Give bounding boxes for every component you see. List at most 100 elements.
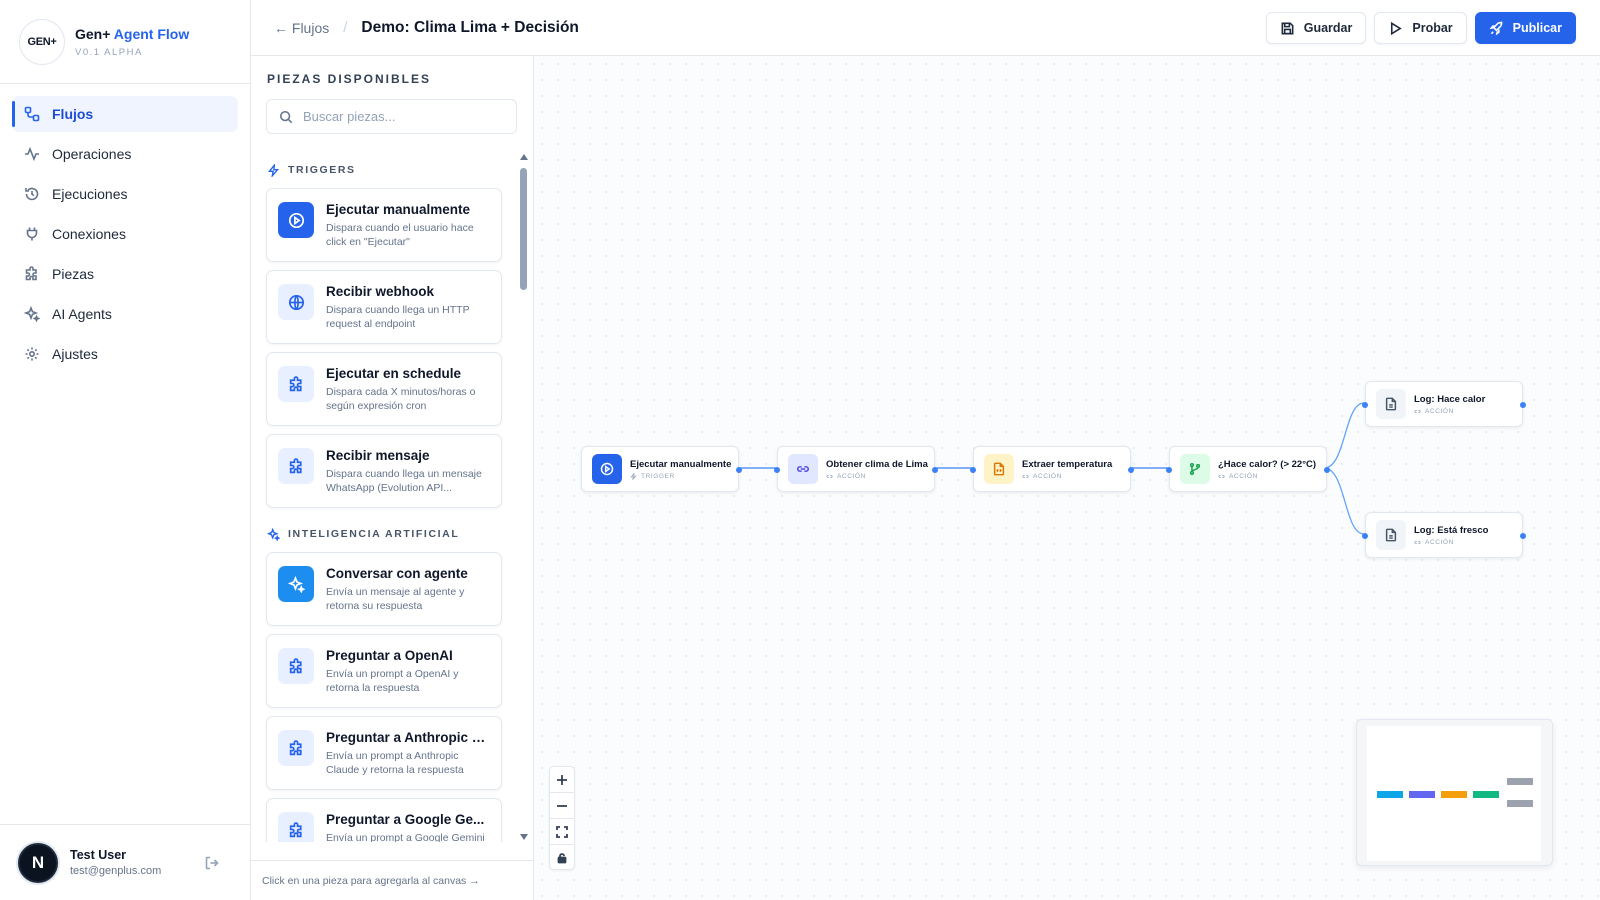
zoom-in-button[interactable] (550, 767, 574, 793)
flow-canvas[interactable]: Ejecutar manualmente TRIGGER Obtener cli… (534, 56, 1600, 900)
card-body: Preguntar a Anthropic C... Envía un prom… (326, 730, 490, 776)
scroll-up-arrow[interactable] (520, 154, 528, 160)
nav-item-ajustes[interactable]: Ajustes (12, 336, 238, 372)
card-desc: Envía un prompt a OpenAI y retorna la re… (326, 668, 459, 694)
save-button[interactable]: Guardar (1265, 12, 1367, 44)
node-label: Log: Está fresco (1414, 524, 1489, 536)
piece-card-ejecutar-manualmente[interactable]: Ejecutar manualmente Dispara cuando el u… (266, 188, 502, 262)
user-email: test@genplus.com (70, 865, 162, 877)
scroll-thumb[interactable] (520, 168, 527, 290)
logout-button[interactable] (204, 855, 220, 871)
plus-icon (557, 774, 567, 785)
file-icon (1385, 397, 1397, 411)
card-desc: Envía un mensaje al agente y retorna su … (326, 586, 465, 612)
link-small-icon (1218, 474, 1225, 478)
card-body: Conversar con agente Envía un mensaje al… (326, 566, 490, 612)
pieces-panel: PIEZAS DISPONIBLES TRIGGERS Ejecutar man… (251, 56, 534, 900)
piece-card-preguntar-anthropic[interactable]: Preguntar a Anthropic C... Envía un prom… (266, 716, 502, 790)
card-icon (278, 284, 314, 320)
card-body: Preguntar a OpenAI Envía un prompt a Ope… (326, 648, 490, 694)
node-ejecutar-manualmente[interactable]: Ejecutar manualmente TRIGGER (581, 446, 742, 492)
output-port[interactable] (736, 467, 742, 473)
lock-icon (557, 853, 567, 864)
output-port[interactable] (932, 467, 938, 473)
back-to-flows-link[interactable]: ← Flujos (274, 20, 329, 36)
play-circle-icon (288, 212, 304, 228)
search-icon (279, 110, 293, 123)
nav-item-operaciones[interactable]: Operaciones (12, 136, 238, 172)
node-type: ACCIÓN (826, 473, 928, 480)
nav-item-conexiones[interactable]: Conexiones (12, 216, 238, 252)
gear-icon (25, 347, 39, 361)
nav-label: Conexiones (52, 226, 126, 242)
output-port[interactable] (1324, 467, 1330, 473)
node-log-esta-fresco[interactable]: Log: Está fresco ACCIÓN (1362, 512, 1526, 558)
test-button[interactable]: Probar (1374, 12, 1467, 44)
input-port[interactable] (774, 467, 780, 473)
node-obtener-clima[interactable]: Obtener clima de Lima ACCIÓN (774, 446, 938, 492)
puzzle-icon (289, 821, 302, 837)
edge-decision-to-calor[interactable] (1323, 402, 1365, 469)
card-body: Ejecutar manualmente Dispara cuando el u… (326, 202, 490, 248)
breadcrumb-separator: / (343, 19, 348, 36)
play-circle-icon (600, 462, 614, 476)
card-title: Preguntar a OpenAI (326, 648, 453, 663)
nav-item-flujos[interactable]: Flujos (12, 96, 238, 132)
fit-view-icon (556, 825, 568, 838)
zoom-out-button[interactable] (550, 793, 574, 819)
bolt-icon (268, 163, 280, 177)
edge-decision-to-fresco[interactable] (1323, 467, 1365, 535)
piece-card-recibir-webhook[interactable]: Recibir webhook Dispara cuando llega un … (266, 270, 502, 344)
app-name-accent: Agent Flow (113, 25, 190, 42)
link-small-icon (1414, 409, 1421, 413)
minimap[interactable] (1356, 719, 1553, 866)
node-type-label: ACCIÓN (1033, 472, 1062, 480)
card-title: Ejecutar en schedule (326, 366, 462, 381)
app-name: Gen+ Agent Flow (75, 26, 189, 42)
piece-card-conversar-agente[interactable]: Conversar con agente Envía un mensaje al… (266, 552, 502, 626)
nav-item-piezas[interactable]: Piezas (12, 256, 238, 292)
piece-card-preguntar-openai[interactable]: Preguntar a OpenAI Envía un prompt a Ope… (266, 634, 502, 708)
card-desc: Envía un prompt a Google Gemini (326, 832, 485, 842)
input-port[interactable] (1166, 467, 1172, 473)
nav-item-ejecuciones[interactable]: Ejecuciones (12, 176, 238, 212)
input-port[interactable] (1362, 533, 1368, 539)
pieces-search[interactable] (266, 99, 517, 134)
app-name-prefix: Gen+ (75, 25, 111, 42)
search-input[interactable] (303, 109, 503, 124)
card-title: Recibir mensaje (326, 448, 430, 463)
piece-card-ejecutar-schedule[interactable]: Ejecutar en schedule Dispara cada X minu… (266, 352, 502, 426)
output-port[interactable] (1520, 533, 1526, 539)
node-icon (1180, 454, 1210, 484)
node-body: Ejecutar manualmente TRIGGER (630, 459, 731, 480)
minimap-node-trigger (1377, 791, 1403, 798)
publish-button[interactable]: Publicar (1474, 12, 1576, 44)
node-log-hace-calor[interactable]: Log: Hace calor ACCIÓN (1362, 381, 1526, 427)
node-type-label: ACCIÓN (1229, 472, 1258, 480)
piece-card-recibir-mensaje[interactable]: Recibir mensaje Dispara cuando llega un … (266, 434, 502, 508)
output-port[interactable] (1520, 402, 1526, 408)
node-label: Extraer temperatura (1022, 458, 1113, 470)
avatar[interactable]: N (18, 842, 58, 883)
nav-label: Ejecuciones (52, 186, 128, 202)
node-extraer-temperatura[interactable]: Extraer temperatura ACCIÓN (970, 446, 1134, 492)
node-label: Log: Hace calor (1414, 393, 1486, 405)
puzzle-icon (25, 266, 37, 281)
scroll-down-arrow[interactable] (520, 834, 528, 840)
node-type: TRIGGER (630, 472, 731, 480)
piece-card-preguntar-google[interactable]: Preguntar a Google Ge... Envía un prompt… (266, 798, 502, 842)
output-port[interactable] (1128, 467, 1134, 473)
activity-icon (25, 146, 39, 162)
input-port[interactable] (1362, 402, 1368, 408)
puzzle-icon (289, 457, 302, 473)
lock-button[interactable] (550, 845, 574, 871)
input-port[interactable] (970, 467, 976, 473)
user-profile: N Test User test@genplus.com (0, 824, 250, 900)
nav-label: Piezas (52, 266, 95, 282)
nav-item-ai-agents[interactable]: AI Agents (12, 296, 238, 332)
fit-view-button[interactable] (550, 819, 574, 845)
pieces-scrollbar[interactable] (519, 154, 529, 840)
node-hace-calor-decision[interactable]: ¿Hace calor? (> 22°C) ACCIÓN (1166, 446, 1330, 492)
user-info: Test User test@genplus.com (70, 848, 161, 877)
section-label: INTELIGENCIA ARTIFICIAL (288, 528, 460, 540)
